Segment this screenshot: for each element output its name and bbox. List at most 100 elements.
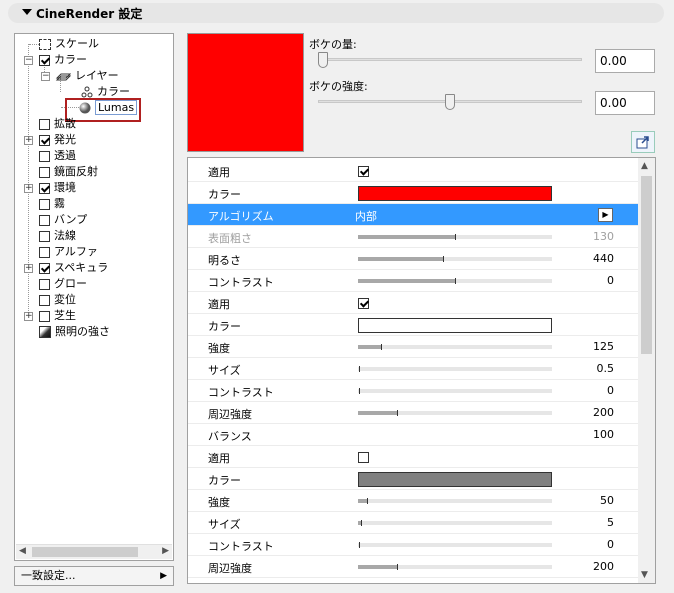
size-slider-2[interactable] (358, 520, 552, 526)
color-bar-3[interactable] (358, 472, 552, 487)
chevron-right-icon: ▶ (160, 571, 167, 581)
collapse-icon[interactable]: − (41, 72, 50, 81)
tree-item-illumination[interactable]: 照明の強さ (39, 324, 110, 340)
bokeh-amount-thumb[interactable] (318, 52, 328, 68)
prop-row-roughness: 表面粗さ 130 (188, 226, 638, 248)
tree-item-specular[interactable]: スペキュラ (39, 260, 108, 276)
falloff-slider[interactable] (358, 410, 552, 416)
illumination-icon (39, 326, 51, 338)
alpha-checkbox[interactable] (39, 246, 50, 258)
tree-item-diffuse[interactable]: 拡散 (39, 116, 76, 132)
tree-item-transparency[interactable]: 透過 (39, 148, 76, 164)
expand-icon[interactable]: + (24, 312, 33, 321)
prop-row-algorithm[interactable]: アルゴリズム 内部 ▶ (188, 204, 638, 226)
tree-item-bump[interactable]: バンプ (39, 212, 87, 228)
color-preview-swatch[interactable] (187, 33, 304, 152)
specular-checkbox[interactable] (39, 262, 50, 274)
luminance-checkbox[interactable] (39, 134, 50, 146)
tree-item-glow[interactable]: グロー (39, 276, 87, 292)
expand-icon[interactable]: + (24, 184, 33, 193)
scrollbar-thumb[interactable] (32, 547, 138, 557)
bokeh-amount-input[interactable]: 0.00 (595, 49, 655, 73)
tree-horizontal-scrollbar[interactable]: ◀ ▶ (16, 544, 172, 559)
scroll-down-icon[interactable]: ▼ (641, 570, 648, 580)
tree-item-color[interactable]: カラー (39, 52, 87, 68)
bump-checkbox[interactable] (39, 214, 50, 226)
tree-item-displacement[interactable]: 変位 (39, 292, 76, 308)
glow-checkbox[interactable] (39, 278, 50, 290)
roughness-slider (358, 234, 552, 240)
channel-tree[interactable]: スケール − カラー − レイヤー カラー Lumas 拡散 + 発光 透過 鏡… (14, 33, 174, 561)
expand-icon[interactable]: + (24, 136, 33, 145)
tree-item-layer[interactable]: レイヤー (55, 68, 119, 84)
prop-row-contrast-2[interactable]: コントラスト 0 (188, 380, 638, 402)
tree-item-normal[interactable]: 法線 (39, 228, 76, 244)
collapse-icon[interactable]: − (24, 56, 33, 65)
apply-checkbox-3[interactable] (358, 451, 369, 463)
scroll-up-icon[interactable]: ▲ (641, 161, 648, 171)
prop-row-size[interactable]: サイズ 0.5 (188, 358, 638, 380)
displacement-checkbox[interactable] (39, 294, 50, 306)
scroll-right-icon[interactable]: ▶ (162, 546, 169, 556)
prop-row-apply[interactable]: 適用 (188, 160, 638, 182)
color-bar[interactable] (358, 186, 552, 201)
scale-icon (39, 38, 51, 50)
bokeh-amount-label: ボケの量: (309, 38, 357, 51)
transparency-checkbox[interactable] (39, 150, 50, 162)
prop-row-color-3[interactable]: カラー (188, 468, 638, 490)
size-slider[interactable] (358, 366, 552, 372)
brightness-slider[interactable] (358, 256, 552, 262)
falloff-slider-2[interactable] (358, 564, 552, 570)
layer-icon (55, 71, 72, 81)
tree-item-environment[interactable]: 環境 (39, 180, 76, 196)
color-bar-2[interactable] (358, 318, 552, 333)
intensity-slider-2[interactable] (358, 498, 552, 504)
tree-item-grass[interactable]: 芝生 (39, 308, 76, 324)
prop-row-intensity-2[interactable]: 強度 50 (188, 490, 638, 512)
apply-checkbox-2[interactable] (358, 297, 369, 309)
tree-item-reflection[interactable]: 鏡面反射 (39, 164, 98, 180)
environment-checkbox[interactable] (39, 182, 50, 194)
shader-nodes-icon (81, 86, 93, 98)
tree-item-luminance[interactable]: 発光 (39, 132, 76, 148)
reflection-checkbox[interactable] (39, 166, 50, 178)
prop-row-size-2[interactable]: サイズ 5 (188, 512, 638, 534)
collapse-triangle-icon[interactable] (22, 9, 32, 15)
prop-row-falloff[interactable]: 周辺強度 200 (188, 402, 638, 424)
scroll-left-icon[interactable]: ◀ (19, 546, 26, 556)
tree-item-alpha[interactable]: アルファ (39, 244, 98, 260)
prop-row-falloff-2[interactable]: 周辺強度 200 (188, 556, 638, 578)
scrollbar-thumb[interactable] (641, 176, 652, 354)
diffuse-checkbox[interactable] (39, 118, 50, 130)
contrast-slider-2[interactable] (358, 388, 552, 394)
properties-table[interactable]: 適用 カラー アルゴリズム 内部 ▶ 表面粗さ 130 明るさ 440 コントラ… (187, 157, 656, 584)
contrast-slider-3[interactable] (358, 542, 552, 548)
prop-row-apply-2[interactable]: 適用 (188, 292, 638, 314)
expand-icon[interactable]: + (24, 264, 33, 273)
normal-checkbox[interactable] (39, 230, 50, 242)
fog-checkbox[interactable] (39, 198, 50, 210)
prop-row-brightness[interactable]: 明るさ 440 (188, 248, 638, 270)
tree-item-fog[interactable]: 霧 (39, 196, 65, 212)
prop-row-intensity[interactable]: 強度 125 (188, 336, 638, 358)
grass-checkbox[interactable] (39, 310, 50, 322)
prop-row-color-2[interactable]: カラー (188, 314, 638, 336)
prop-row-contrast[interactable]: コントラスト 0 (188, 270, 638, 292)
prop-row-apply-3[interactable]: 適用 (188, 446, 638, 468)
prop-row-balance[interactable]: バランス 100 (188, 424, 638, 446)
bokeh-strength-input[interactable]: 0.00 (595, 91, 655, 115)
intensity-slider[interactable] (358, 344, 552, 350)
preset-button[interactable]: 一致設定... ▶ (14, 566, 174, 586)
bokeh-strength-thumb[interactable] (445, 94, 455, 110)
panel-header[interactable]: CineRender 設定 (8, 3, 664, 23)
bokeh-amount-slider[interactable] (318, 58, 582, 61)
apply-checkbox[interactable] (358, 165, 369, 177)
tree-item-scale[interactable]: スケール (39, 36, 99, 52)
prop-row-contrast-3[interactable]: コントラスト 0 (188, 534, 638, 556)
contrast-slider[interactable] (358, 278, 552, 284)
export-button[interactable] (631, 131, 655, 153)
prop-row-color[interactable]: カラー (188, 182, 638, 204)
properties-vertical-scrollbar[interactable]: ▲ ▼ (638, 158, 655, 583)
color-checkbox[interactable] (39, 54, 50, 66)
dropdown-arrow-icon[interactable]: ▶ (598, 208, 613, 222)
